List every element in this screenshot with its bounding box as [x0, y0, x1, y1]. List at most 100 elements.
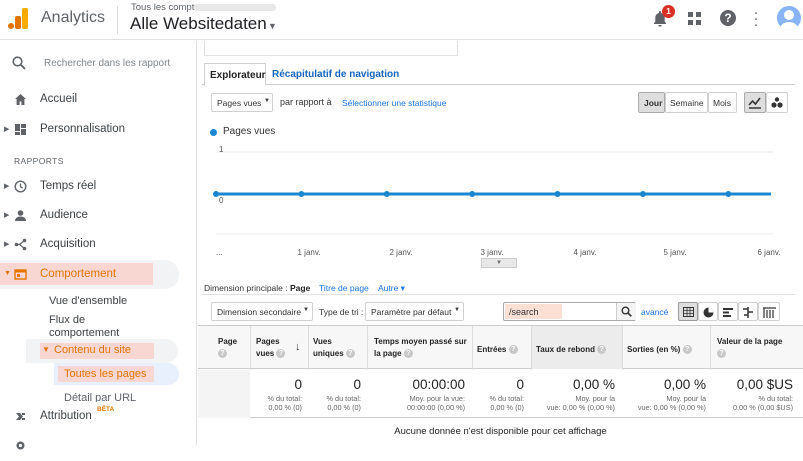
sidebar-sub-overview[interactable]: Vue d'ensemble	[49, 295, 127, 307]
acquisition-icon	[14, 238, 27, 251]
sidebar-item-label: Acquisition	[40, 238, 96, 250]
advanced-link[interactable]: avancé	[641, 307, 668, 317]
sidebar-item-label: Attribution	[40, 410, 92, 422]
legend-label: Pages vues	[223, 126, 276, 137]
view-pivot-button[interactable]	[758, 302, 780, 321]
sidebar-sub-flow-2[interactable]: comportement	[49, 327, 119, 339]
x-tick-label: 3 janv.	[481, 248, 504, 257]
help-icon[interactable]: ?	[720, 10, 736, 26]
total-pageviews: 0	[294, 377, 302, 392]
sort-label: Type de tri :	[319, 307, 364, 317]
sidebar-item-attribution[interactable]: Attribution BÊTA	[0, 402, 196, 432]
table-search-input[interactable]: /search	[503, 302, 636, 321]
view-table-button[interactable]	[678, 302, 698, 321]
col-header-unique-views[interactable]: Vues uniques ?	[313, 336, 363, 360]
col-header-bounce-rate[interactable]: Taux de rebond ?	[536, 344, 620, 356]
total-sub: 00:00:00 (0,00 %)	[406, 403, 465, 412]
sidebar-item-audience[interactable]: ▶ Audience	[0, 201, 196, 231]
data-point	[298, 191, 305, 197]
col-header-entrances[interactable]: Entrées ?	[477, 344, 529, 356]
view-pie-button[interactable]	[698, 302, 718, 321]
data-point	[554, 191, 561, 197]
view-comparison-button[interactable]	[738, 302, 758, 321]
search-icon	[621, 306, 632, 317]
expand-arrow-icon: ▶	[4, 241, 10, 248]
col-header-page[interactable]: Page?	[218, 336, 248, 360]
header-divider	[117, 6, 118, 34]
table-icon	[683, 307, 694, 317]
chart-resize-handle[interactable]: ▼	[481, 258, 517, 268]
sidebar-sub-all-pages[interactable]: Toutes les pages	[64, 368, 147, 380]
search-icon	[12, 56, 26, 70]
metric-select[interactable]: Pages vues ▼	[211, 93, 273, 112]
account-caret-icon[interactable]: ▼	[268, 21, 277, 31]
sidebar-search[interactable]: Rechercher dans les rapport	[0, 41, 196, 85]
col-header-page-value[interactable]: Valeur de la page?	[717, 336, 797, 360]
secondary-dimension-select[interactable]: Dimension secondaire ▼	[211, 302, 313, 321]
x-tick-label: ...	[216, 248, 223, 257]
apps-grid-icon[interactable]	[688, 12, 701, 25]
pie-icon	[703, 307, 714, 318]
help-icon: ?	[218, 349, 227, 359]
sidebar-item-acquisition[interactable]: ▶ Acquisition	[0, 230, 196, 260]
attribution-icon	[16, 413, 25, 420]
period-month-button[interactable]: Mois	[708, 92, 737, 113]
data-point	[639, 191, 646, 197]
sidebar: Rechercher dans les rapport Accueil ▶ Pe…	[0, 41, 197, 450]
line-chart-toggle[interactable]	[744, 92, 766, 113]
total-sub: 0,00 % (0)	[327, 403, 361, 412]
main-content: Explorateur Récapitulatif de navigation …	[198, 41, 803, 445]
col-header-exit-pct[interactable]: Sorties (en %) ?	[627, 344, 707, 356]
line-chart-icon	[748, 97, 761, 109]
sidebar-item-realtime[interactable]: ▶ Temps réel	[0, 172, 196, 202]
help-icon: ?	[276, 349, 286, 359]
sidebar-sub-flow[interactable]: Flux de	[49, 314, 85, 326]
account-selector[interactable]: Alle Websitedaten	[130, 14, 267, 34]
sort-desc-icon: ↓	[295, 341, 301, 353]
col-header-avg-time[interactable]: Temps moyen passé sur la page ?	[374, 336, 470, 360]
line-chart: 1 0... 1 janv. 2 janv. 3 janv. 4 janv. 5 janv.…	[213, 145, 781, 257]
dimension-page-title[interactable]: Titre de page	[319, 283, 369, 293]
expand-arrow-icon: ▶	[4, 126, 10, 133]
sidebar-item-home[interactable]: Accueil	[0, 85, 196, 115]
x-tick-label: 1 janv.	[298, 248, 321, 257]
sidebar-item-behavior[interactable]: ▼ Comportement	[0, 260, 196, 290]
col-header-pageviews[interactable]: Pages vues ?	[256, 336, 290, 360]
sort-select[interactable]: Paramètre par défaut ▼	[365, 302, 464, 321]
period-day-button[interactable]: Jour	[638, 92, 665, 113]
sidebar-item-customization[interactable]: ▶ Personnalisation	[0, 115, 196, 145]
total-page-value: 0,00 $US	[736, 377, 793, 392]
legend-marker	[210, 129, 217, 136]
x-tick-label: 6 janv.	[758, 248, 781, 257]
pivot-icon	[763, 307, 776, 318]
chevron-down-icon: ▼	[454, 307, 460, 313]
tab-navigation-summary[interactable]: Récapitulatif de navigation	[272, 69, 399, 80]
section-label: RAPPORTS	[14, 156, 64, 166]
notification-badge: 1	[662, 5, 675, 18]
total-sub: Moy. pour la	[666, 394, 706, 403]
search-button[interactable]	[616, 303, 636, 320]
compare-label: par rapport à	[280, 97, 332, 107]
select-stat-link[interactable]: Sélectionner une statistique	[342, 98, 446, 108]
motion-chart-toggle[interactable]	[766, 92, 788, 113]
sidebar-search-input[interactable]: Rechercher dans les rapport	[44, 58, 170, 69]
dimension-page[interactable]: Page	[290, 283, 310, 293]
total-sub: 0,00 % (0)	[268, 403, 302, 412]
sidebar-item-settings[interactable]	[0, 431, 196, 461]
previous-card-bottom	[204, 41, 458, 56]
tab-explorer[interactable]: Explorateur	[204, 63, 266, 86]
analytics-logo[interactable]	[8, 7, 28, 29]
period-week-button[interactable]: Semaine	[665, 92, 708, 113]
avatar[interactable]	[777, 6, 801, 30]
dimension-other[interactable]: Autre ▾	[378, 283, 405, 294]
breadcrumb-redacted	[194, 4, 276, 11]
view-performance-button[interactable]	[718, 302, 738, 321]
period-label: Jour	[644, 98, 663, 108]
comparison-icon	[743, 307, 753, 318]
expand-arrow-icon: ▶	[4, 183, 10, 190]
dashboard-icon	[15, 124, 26, 135]
more-vert-icon[interactable]: · · ·	[753, 5, 759, 32]
app-name: Analytics	[41, 9, 106, 26]
total-sub: % du total:	[326, 394, 361, 403]
sidebar-sub-content[interactable]: Contenu du site	[54, 344, 131, 356]
